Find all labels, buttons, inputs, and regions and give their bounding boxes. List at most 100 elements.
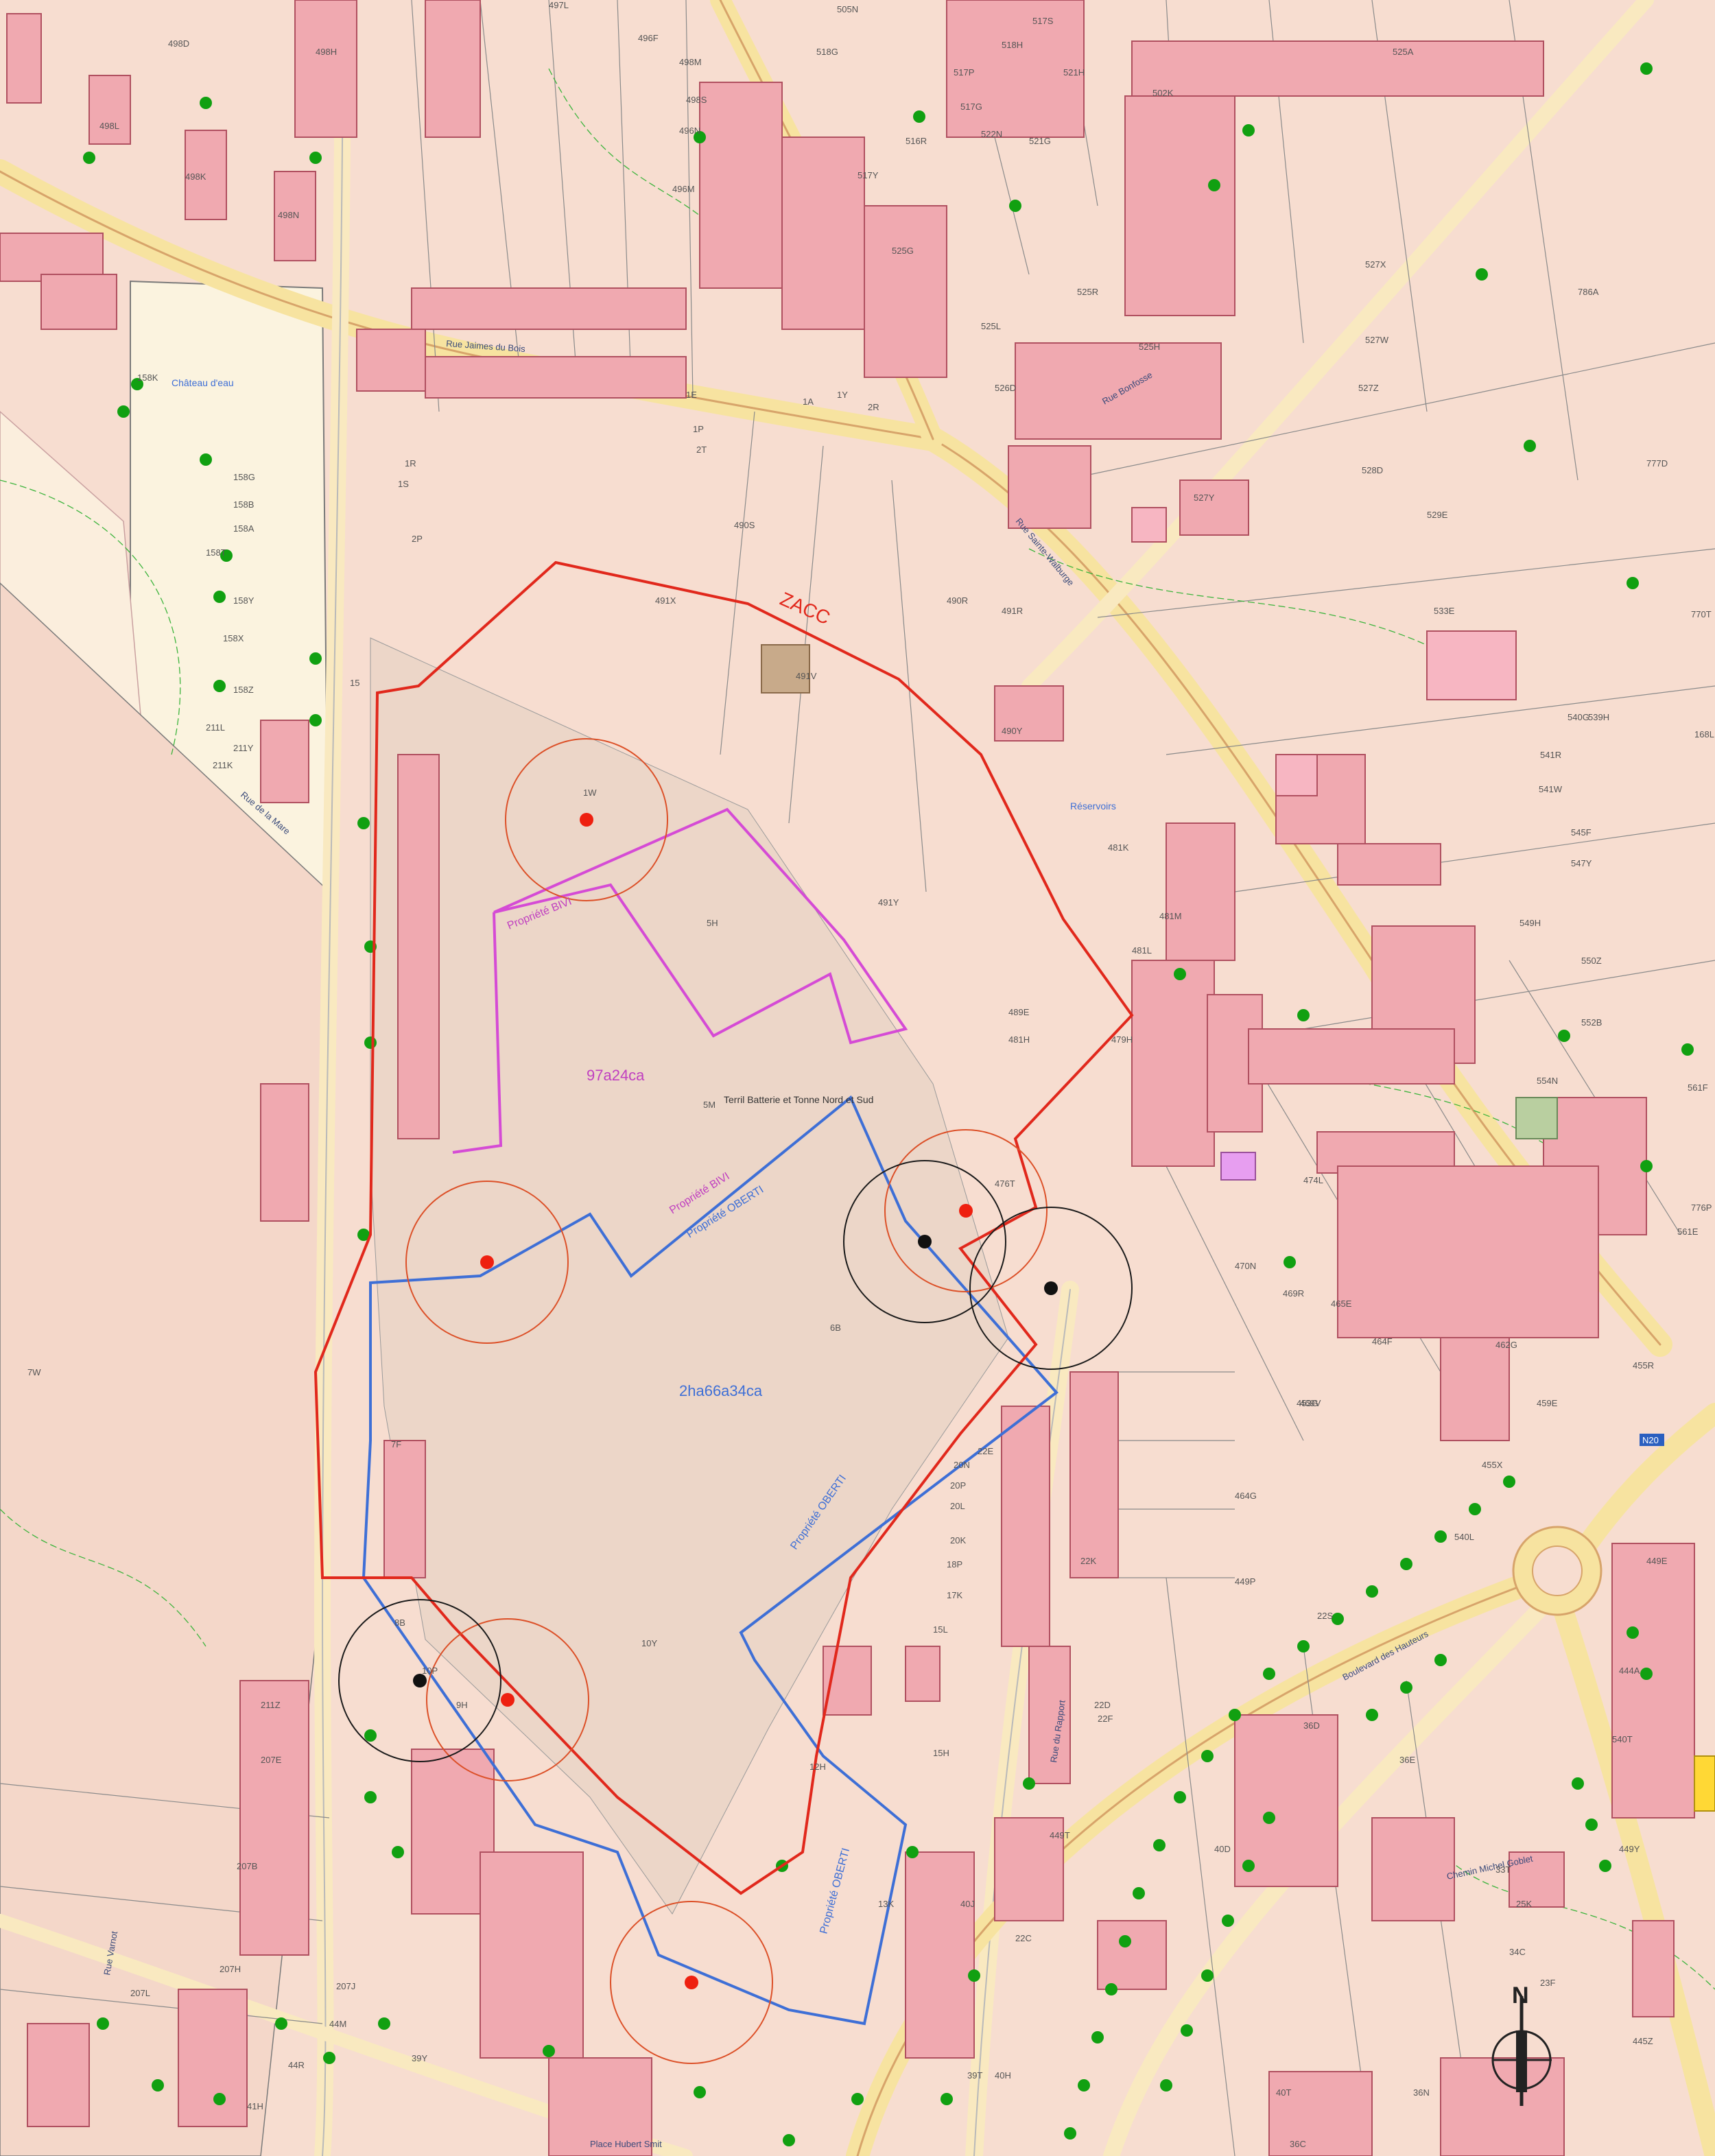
parcel-label: 158X	[223, 633, 244, 643]
roundabout-badge: N20	[1642, 1435, 1659, 1445]
parcel-label: 498K	[185, 171, 206, 182]
parcel-label: 44M	[329, 2019, 346, 2029]
parcel-label: 547Y	[1571, 858, 1592, 868]
parcel-label: 470N	[1235, 1261, 1256, 1271]
parcel-label: 554N	[1537, 1076, 1558, 1086]
parcel-label: 36E	[1399, 1755, 1415, 1765]
parcel-label: 541W	[1539, 784, 1563, 794]
parcel-label: 449E	[1646, 1556, 1668, 1566]
parcel-label: 7W	[27, 1367, 41, 1377]
parcel-label: 1E	[686, 390, 697, 400]
parcel-label: 481K	[1108, 842, 1129, 853]
parcel-label: 36N	[1413, 2087, 1430, 2098]
parcel-label: 18P	[947, 1559, 962, 1569]
parcel-label: 455R	[1633, 1360, 1654, 1371]
parcel-label: 476T	[995, 1178, 1015, 1189]
parcel-label: 6B	[830, 1323, 841, 1333]
parcel-label: 25K	[1516, 1899, 1532, 1909]
parcel-label: 490R	[947, 595, 968, 606]
parcel-label: 445Z	[1633, 2036, 1653, 2046]
parcel-label: 9H	[456, 1700, 468, 1710]
area-oberti-label: 2ha66a34ca	[679, 1382, 763, 1399]
parcel-label: 529E	[1427, 510, 1448, 520]
parcel-label: 22K	[1080, 1556, 1096, 1566]
parcel-label: 17K	[947, 1590, 962, 1600]
parcel-label: 498S	[686, 95, 707, 105]
parcel-label: 20P	[950, 1480, 966, 1491]
parcel-label: 23F	[1540, 1978, 1555, 1988]
parcel-label: 525L	[981, 321, 1001, 331]
parcel-label: 1A	[803, 396, 814, 407]
parcel-label: 552B	[1581, 1017, 1602, 1028]
parcel-label: 22S	[1317, 1611, 1333, 1621]
parcel-label: 526D	[995, 383, 1016, 393]
parcel-label: 39Y	[412, 2053, 427, 2063]
parcel-label: 207B	[237, 1861, 257, 1871]
parcel-label: 786A	[1578, 287, 1599, 297]
parcel-label: 481L	[1132, 945, 1152, 956]
parcel-label: 1W	[583, 787, 597, 798]
parcel-label: 158T	[206, 547, 226, 558]
water-tower-label: Château d'eau	[172, 377, 234, 388]
parcel-label: 1S	[398, 479, 409, 489]
parcel-label: 5M	[703, 1100, 715, 1110]
parcel-label: 158B	[233, 499, 254, 510]
parcel-label: 462G	[1495, 1340, 1517, 1350]
parcel-label: 15	[350, 678, 359, 688]
parcel-label: 502K	[1152, 88, 1174, 98]
parcel-label: 22E	[978, 1446, 993, 1456]
parcel-label: 158Y	[233, 595, 255, 606]
parcel-label: 13K	[878, 1899, 894, 1909]
parcel-label: 521H	[1063, 67, 1085, 78]
parcel-label: 449T	[1050, 1830, 1070, 1840]
parcel-label: 489E	[1008, 1007, 1030, 1017]
parcel-label: 211Z	[261, 1700, 281, 1710]
parcel-label: 525G	[892, 246, 914, 256]
parcel-label: 20N	[954, 1460, 970, 1470]
parcel-label: 158A	[233, 523, 255, 534]
parcel-label: 540T	[1612, 1734, 1633, 1744]
parcel-label: 36D	[1303, 1720, 1320, 1731]
parcel-label: 498D	[168, 38, 189, 49]
north-label: N	[1512, 1982, 1529, 2009]
parcel-label: 22D	[1094, 1700, 1111, 1710]
parcel-label: 158G	[233, 472, 255, 482]
parcel-label: 527W	[1365, 335, 1389, 345]
area-bivi-label: 97a24ca	[587, 1067, 645, 1084]
parcel-label: 497L	[549, 0, 569, 10]
parcel-label: 20K	[950, 1535, 966, 1545]
parcel-label: 40J	[960, 1899, 975, 1909]
parcel-label: 22F	[1098, 1714, 1113, 1724]
parcel-label: 449Y	[1619, 1844, 1640, 1854]
parcel-label: 41H	[247, 2101, 263, 2111]
parcel-label: 518H	[1002, 40, 1023, 50]
parcel-label: 776P	[1691, 1203, 1712, 1213]
parcel-label: 1P	[693, 424, 704, 434]
parcel-label: 36C	[1290, 2139, 1306, 2149]
parcel-label: 540L	[1454, 1532, 1474, 1542]
parcel-label: 465E	[1331, 1299, 1352, 1309]
parcel-label: 496N	[679, 126, 700, 136]
parcel-label: 541R	[1540, 750, 1561, 760]
parcel-label: 207E	[261, 1755, 282, 1765]
parcel-label: 7F	[391, 1439, 401, 1449]
parcel-label: 211L	[206, 722, 225, 733]
reservoirs-label: Réservoirs	[1070, 801, 1116, 812]
parcel-label: 34C	[1509, 1947, 1526, 1957]
parcel-label: 491R	[1002, 606, 1023, 616]
cadastral-map[interactable]: ZACC 97a24ca 2ha66a34ca Terril Batterie …	[0, 0, 1715, 2156]
parcel-label: 550Z	[1581, 956, 1602, 966]
parcel-label: 5H	[707, 918, 718, 928]
parcel-label: 517G	[960, 102, 982, 112]
parcel-label: 527Y	[1194, 493, 1215, 503]
parcel-label: 1R	[405, 458, 416, 469]
parcel-label: 444A	[1619, 1666, 1640, 1676]
parcel-label: 464G	[1235, 1491, 1257, 1501]
parcel-label: 527X	[1365, 259, 1386, 270]
parcel-label: 207H	[220, 1964, 241, 1974]
parcel-label: 518G	[816, 47, 838, 57]
parcel-label: 549H	[1519, 918, 1541, 928]
parcel-label: 8B	[394, 1618, 405, 1628]
parcel-label: 20L	[950, 1501, 965, 1511]
parcel-label: 491V	[796, 671, 817, 681]
